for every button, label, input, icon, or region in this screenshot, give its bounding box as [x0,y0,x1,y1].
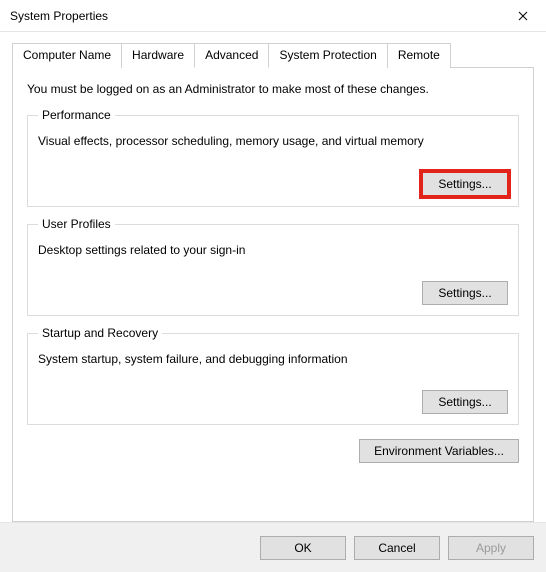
performance-legend: Performance [38,108,115,122]
tab-advanced[interactable]: Advanced [194,43,269,68]
environment-variables-button[interactable]: Environment Variables... [359,439,519,463]
close-button[interactable] [500,0,546,32]
user-profiles-button-row: Settings... [38,281,508,305]
tab-remote[interactable]: Remote [387,43,451,68]
tab-computer-name[interactable]: Computer Name [12,43,122,68]
tab-hardware[interactable]: Hardware [121,43,195,68]
startup-recovery-settings-button[interactable]: Settings... [422,390,508,414]
performance-group: Performance Visual effects, processor sc… [27,108,519,207]
content-area: Computer Name Hardware Advanced System P… [0,32,546,522]
cancel-button[interactable]: Cancel [354,536,440,560]
startup-recovery-desc: System startup, system failure, and debu… [38,352,508,366]
window-title: System Properties [10,9,500,23]
apply-button[interactable]: Apply [448,536,534,560]
ok-button[interactable]: OK [260,536,346,560]
user-profiles-settings-button[interactable]: Settings... [422,281,508,305]
startup-recovery-legend: Startup and Recovery [38,326,162,340]
startup-recovery-button-row: Settings... [38,390,508,414]
performance-desc: Visual effects, processor scheduling, me… [38,134,508,148]
tab-panel-advanced: You must be logged on as an Administrato… [12,67,534,522]
system-properties-window: System Properties Computer Name Hardware… [0,0,546,572]
close-icon [518,11,528,21]
dialog-footer: OK Cancel Apply [0,522,546,572]
user-profiles-group: User Profiles Desktop settings related t… [27,217,519,316]
performance-button-row: Settings... [38,172,508,196]
user-profiles-legend: User Profiles [38,217,115,231]
startup-recovery-group: Startup and Recovery System startup, sys… [27,326,519,425]
admin-notice: You must be logged on as an Administrato… [27,82,519,96]
performance-settings-button[interactable]: Settings... [422,172,508,196]
titlebar: System Properties [0,0,546,32]
tab-system-protection[interactable]: System Protection [268,43,387,68]
env-row: Environment Variables... [27,435,519,463]
tab-strip: Computer Name Hardware Advanced System P… [12,42,534,67]
user-profiles-desc: Desktop settings related to your sign-in [38,243,508,257]
